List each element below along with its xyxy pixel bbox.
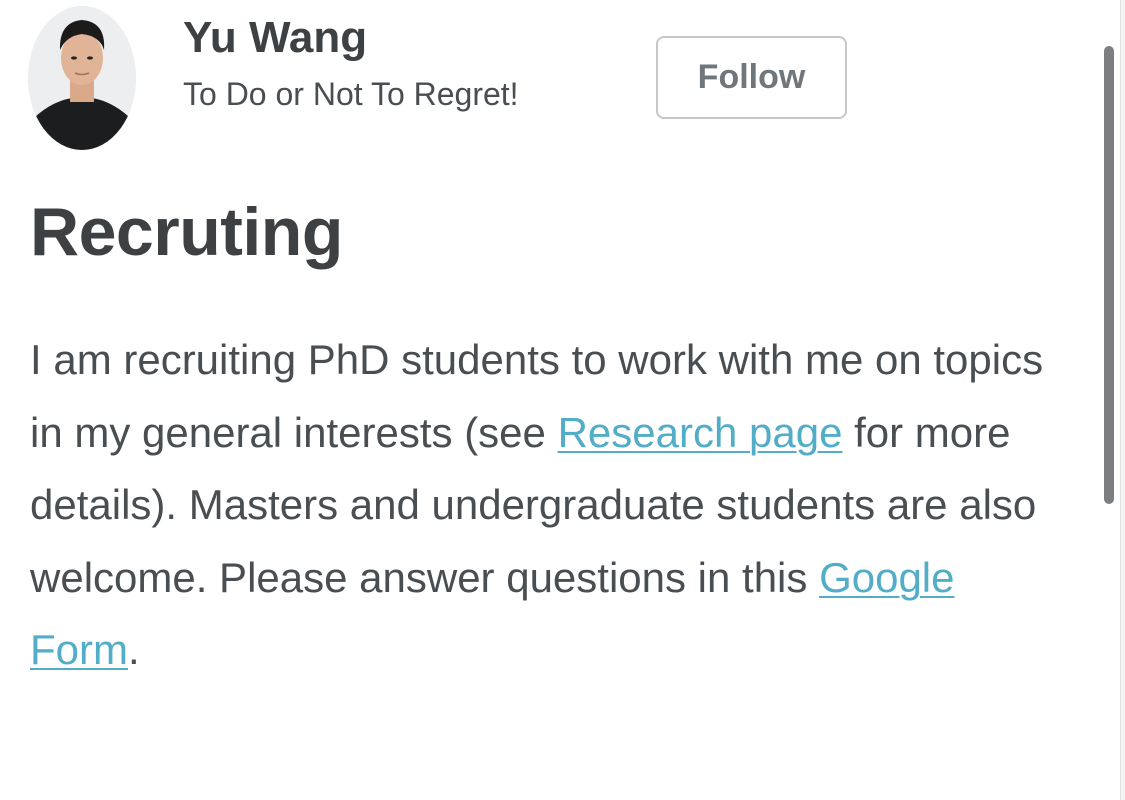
research-page-link[interactable]: Research page [558,409,843,456]
follow-button[interactable]: Follow [656,36,847,119]
paragraph-text-3: . [128,626,140,673]
window-edge [1120,0,1125,800]
author-name: Yu Wang [183,13,368,62]
author-profile: Yu Wang To Do or Not To Regret! Follow [28,6,1088,156]
scrollbar[interactable] [1104,46,1114,504]
recruiting-paragraph: I am recruiting PhD students to work wit… [30,324,1070,687]
page: Yu Wang To Do or Not To Regret! Follow R… [0,0,1125,800]
author-bio: To Do or Not To Regret! [183,76,519,112]
page-title: Recruting [30,194,343,270]
avatar-photo [28,6,136,150]
avatar[interactable] [28,6,136,150]
